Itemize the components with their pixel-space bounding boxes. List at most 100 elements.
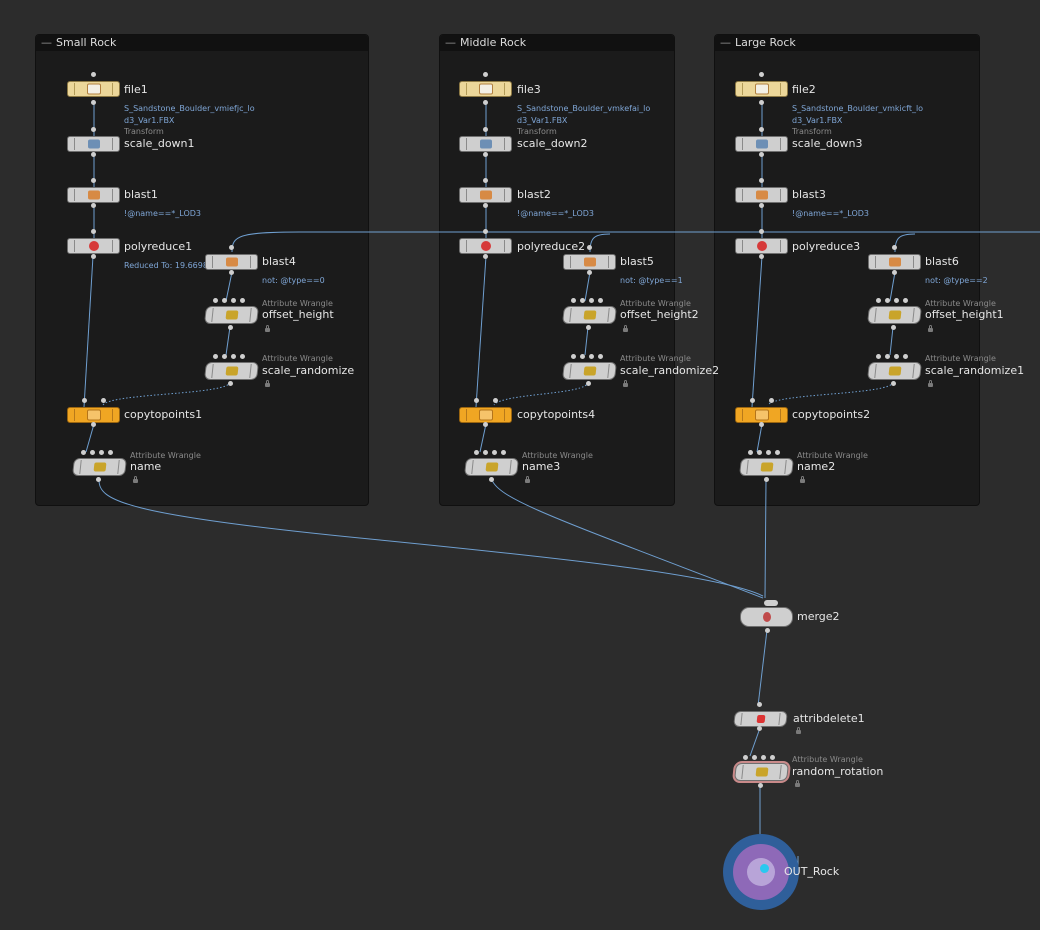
input-connector[interactable] [598, 354, 603, 359]
node-blast3[interactable] [735, 187, 788, 203]
lock-icon[interactable] [133, 476, 138, 483]
node-copytopoints4[interactable] [459, 407, 512, 423]
node-name2[interactable] [739, 458, 794, 476]
lock-icon[interactable] [623, 325, 628, 332]
input-connector[interactable] [587, 245, 592, 250]
display-flag-icon[interactable] [760, 864, 769, 873]
node-scale-down3[interactable] [735, 136, 788, 152]
output-connector[interactable] [91, 203, 96, 208]
output-connector[interactable] [229, 270, 234, 275]
input-connector[interactable] [769, 398, 774, 403]
input-connector[interactable] [483, 127, 488, 132]
input-connector[interactable] [759, 127, 764, 132]
lock-icon[interactable] [795, 780, 800, 787]
output-connector[interactable] [228, 325, 233, 330]
input-connector[interactable] [82, 398, 87, 403]
input-connector[interactable] [748, 450, 753, 455]
node-polyreduce1[interactable] [67, 238, 120, 254]
input-connector[interactable] [876, 354, 881, 359]
node-file2[interactable] [735, 81, 788, 97]
node-name3[interactable] [464, 458, 519, 476]
input-connector[interactable] [231, 298, 236, 303]
input-connector[interactable] [240, 298, 245, 303]
node-copytopoints2[interactable] [735, 407, 788, 423]
input-connector[interactable] [101, 398, 106, 403]
input-connector[interactable] [775, 450, 780, 455]
output-connector[interactable] [489, 477, 494, 482]
input-connector[interactable] [903, 298, 908, 303]
output-connector[interactable] [483, 254, 488, 259]
node-polyreduce2[interactable] [459, 238, 512, 254]
output-connector[interactable] [228, 381, 233, 386]
input-connector[interactable] [99, 450, 104, 455]
input-connector[interactable] [770, 755, 775, 760]
input-connector[interactable] [91, 127, 96, 132]
input-connector[interactable] [501, 450, 506, 455]
output-connector[interactable] [892, 270, 897, 275]
output-connector[interactable] [96, 477, 101, 482]
input-connector[interactable] [231, 354, 236, 359]
input-connector[interactable] [894, 298, 899, 303]
input-connector[interactable] [598, 298, 603, 303]
output-connector[interactable] [765, 628, 770, 633]
output-connector[interactable] [891, 325, 896, 330]
input-connector[interactable] [91, 178, 96, 183]
input-connector[interactable] [766, 450, 771, 455]
lock-icon[interactable] [265, 325, 270, 332]
node-blast6[interactable] [868, 254, 921, 270]
node-scale-down1[interactable] [67, 136, 120, 152]
input-connector[interactable] [229, 245, 234, 250]
lock-icon[interactable] [800, 476, 805, 483]
output-connector[interactable] [757, 726, 762, 731]
input-connector[interactable] [483, 72, 488, 77]
node-blast2[interactable] [459, 187, 512, 203]
node-polyreduce3[interactable] [735, 238, 788, 254]
input-connector[interactable] [757, 450, 762, 455]
output-connector[interactable] [483, 152, 488, 157]
input-connector[interactable] [885, 354, 890, 359]
node-blast4[interactable] [205, 254, 258, 270]
output-connector[interactable] [91, 254, 96, 259]
output-connector[interactable] [586, 381, 591, 386]
node-offset-height1[interactable] [867, 306, 922, 324]
node-random-rotation[interactable] [734, 763, 789, 781]
node-offset-height[interactable] [204, 306, 259, 324]
input-connector[interactable] [474, 398, 479, 403]
output-connector[interactable] [759, 152, 764, 157]
input-connector[interactable] [580, 298, 585, 303]
input-connector[interactable] [750, 398, 755, 403]
lock-icon[interactable] [623, 380, 628, 387]
output-connector[interactable] [759, 422, 764, 427]
node-blast1[interactable] [67, 187, 120, 203]
input-connector[interactable] [580, 354, 585, 359]
input-connector[interactable] [240, 354, 245, 359]
node-name[interactable] [72, 458, 127, 476]
input-connector[interactable] [483, 229, 488, 234]
lock-icon[interactable] [928, 325, 933, 332]
output-connector[interactable] [91, 152, 96, 157]
input-connector[interactable] [903, 354, 908, 359]
node-file1[interactable] [67, 81, 120, 97]
input-connector[interactable] [493, 398, 498, 403]
input-connector[interactable] [213, 354, 218, 359]
lock-icon[interactable] [796, 727, 801, 734]
output-connector[interactable] [587, 270, 592, 275]
input-connector[interactable] [589, 354, 594, 359]
node-blast5[interactable] [563, 254, 616, 270]
output-connector[interactable] [759, 100, 764, 105]
input-connector[interactable] [213, 298, 218, 303]
input-connector[interactable] [589, 298, 594, 303]
node-scale-down2[interactable] [459, 136, 512, 152]
output-connector[interactable] [764, 477, 769, 482]
output-connector[interactable] [91, 100, 96, 105]
node-copytopoints1[interactable] [67, 407, 120, 423]
output-connector[interactable] [483, 422, 488, 427]
input-connector[interactable] [761, 755, 766, 760]
node-file3[interactable] [459, 81, 512, 97]
input-connector[interactable] [571, 298, 576, 303]
node-scale-randomize1[interactable] [867, 362, 922, 380]
input-connector[interactable] [894, 354, 899, 359]
input-connector[interactable] [90, 450, 95, 455]
network-editor[interactable]: —Small Rock —Middle Rock —Large Rock [0, 0, 1040, 930]
input-connector[interactable] [743, 755, 748, 760]
